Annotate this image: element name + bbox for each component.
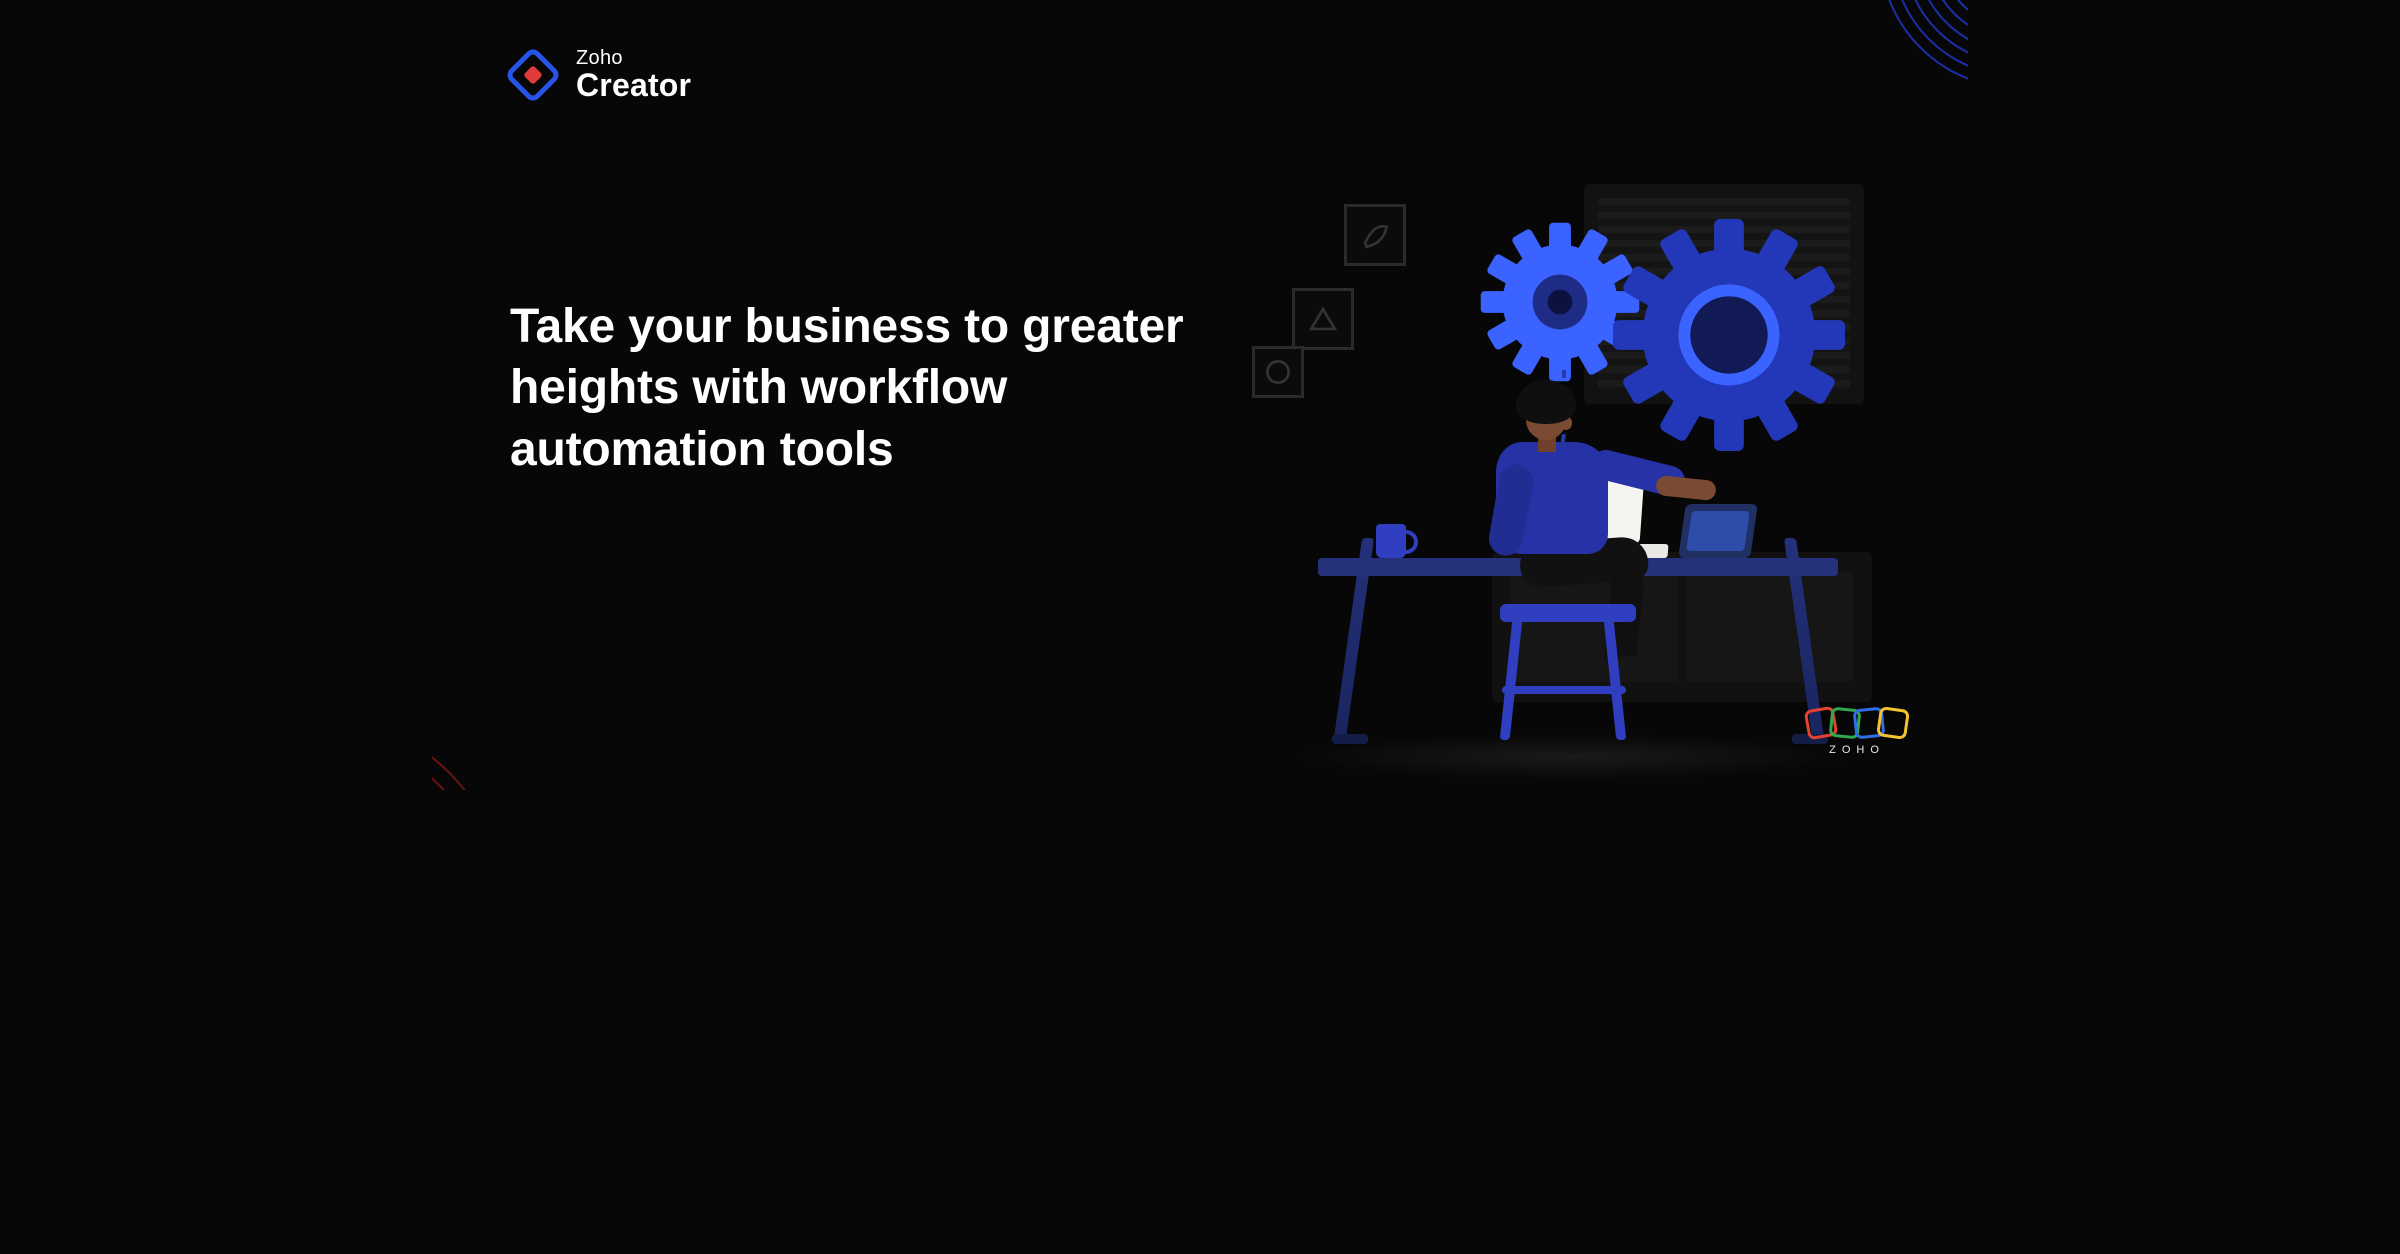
wall-tile-circle-icon (1252, 346, 1304, 398)
company-logo: ZOHO (1806, 708, 1908, 756)
marketing-banner: Zoho Creator Take your business to great… (432, 0, 1968, 790)
logo-text-line1: Zoho (576, 48, 691, 69)
page-title: Take your business to greater heights wi… (510, 296, 1270, 480)
logo-text-line2: Creator (576, 69, 691, 103)
wall-tile-leaf-icon (1344, 204, 1406, 266)
corner-arcs-bottom-left (432, 570, 652, 790)
product-logo: Zoho Creator (506, 48, 691, 103)
desk-foot (1332, 734, 1368, 744)
mug-icon (1376, 524, 1406, 558)
wall-tile-triangle-icon (1292, 288, 1354, 350)
zoho-mark-icon (1806, 708, 1908, 738)
hero-illustration (1252, 160, 1912, 780)
creator-mark-icon (506, 48, 560, 102)
company-name: ZOHO (1806, 744, 1908, 756)
floor-shadow (1292, 734, 1852, 780)
chair (1484, 528, 1652, 740)
